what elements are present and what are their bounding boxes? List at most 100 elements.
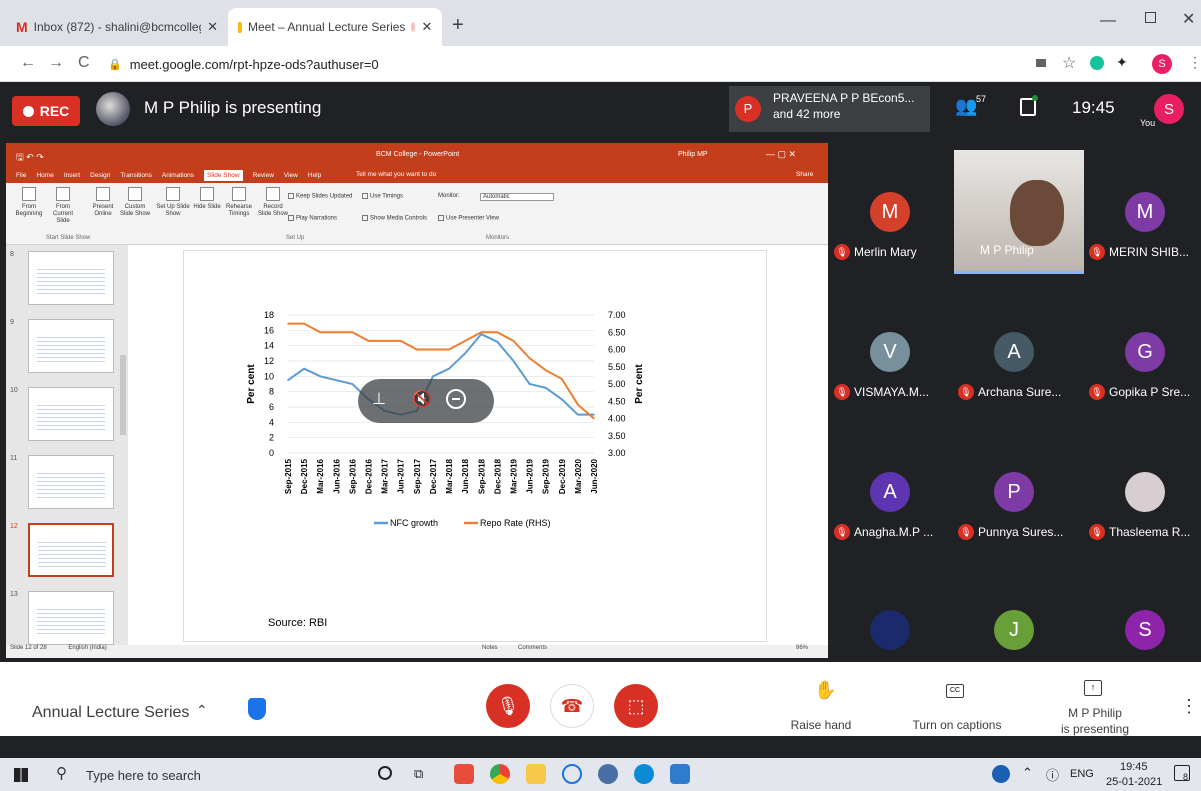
ppt-menu-item[interactable]: Design <box>90 172 110 179</box>
chevron-up-icon[interactable]: ⌃ <box>196 702 208 719</box>
image-app-icon[interactable] <box>670 764 690 784</box>
slide-thumbnail[interactable] <box>28 591 114 645</box>
participant-tile[interactable]: V 🎙 VISMAYA.M... <box>830 290 953 420</box>
thumb-scrollbar[interactable] <box>120 355 126 435</box>
ribbon-button[interactable]: Rehearse Timings <box>222 187 256 218</box>
monitor-select[interactable]: Automatic <box>480 193 554 201</box>
ppt-menu-item[interactable]: Slide Show <box>204 169 243 181</box>
more-options-icon[interactable]: ⋮ <box>1180 696 1198 717</box>
meeting-title[interactable]: Annual Lecture Series <box>32 704 189 722</box>
grammarly-icon[interactable] <box>1090 56 1104 70</box>
participant-tile[interactable]: M P Philip <box>954 150 1084 274</box>
forward-icon[interactable]: → <box>48 54 64 72</box>
ppt-window-controls[interactable]: — ▢ ✕ <box>766 149 796 160</box>
ppt-menu-item[interactable]: Animations <box>162 172 194 179</box>
ribbon-button[interactable]: Hide Slide <box>190 187 224 211</box>
tab-close-icon[interactable]: ✕ <box>207 19 218 35</box>
slide-thumbnail[interactable] <box>28 455 114 509</box>
ribbon-button[interactable]: Set Up Slide Show <box>156 187 190 218</box>
leave-call-button[interactable]: ☎ <box>550 684 594 728</box>
search-icon[interactable]: ⚲ <box>56 764 67 782</box>
recording-badge[interactable]: REC <box>12 96 80 126</box>
ribbon-button[interactable]: Present Online <box>86 187 120 218</box>
ppt-menu-item[interactable]: File <box>16 172 26 179</box>
captions-label[interactable]: Turn on captions <box>902 718 1012 732</box>
participant-tile[interactable]: A 🎙 Archana Sure... <box>954 290 1077 420</box>
extensions-icon[interactable]: ✦ <box>1116 54 1128 71</box>
camera-off-button[interactable]: ⬚ <box>614 684 658 728</box>
ribbon-button[interactable]: Custom Slide Show <box>118 187 152 218</box>
ppt-menu-item[interactable]: Review <box>253 172 274 179</box>
present-icon[interactable]: ↑ <box>1084 680 1102 696</box>
media-app-icon[interactable] <box>562 764 582 784</box>
reload-icon[interactable]: C <box>78 54 90 72</box>
ribbon-checkbox[interactable]: Play Narrations <box>288 215 337 222</box>
taskbar-search[interactable]: Type here to search <box>86 768 201 783</box>
ribbon-checkbox[interactable]: Use Timings <box>362 193 403 200</box>
raise-hand-label[interactable]: Raise hand <box>786 718 856 732</box>
participant-tile[interactable]: 🎙 Thasleema R... <box>1085 430 1201 560</box>
presenting-label-1[interactable]: M P Philip <box>1050 706 1140 720</box>
taskbar-date[interactable]: 25-01-2021 <box>1106 776 1162 788</box>
network-icon[interactable]: ⓘ <box>1046 765 1059 784</box>
restore-button[interactable] <box>1145 12 1156 23</box>
bookmark-star-icon[interactable]: ☆ <box>1062 53 1076 73</box>
url-field[interactable]: 🔒 meet.google.com/rpt-hpze-ods?authuser=… <box>108 51 1008 77</box>
taskbar-lang[interactable]: ENG <box>1070 768 1094 780</box>
ppt-tell-me[interactable]: Tell me what you want to do <box>356 171 436 178</box>
ppt-menu-item[interactable]: Insert <box>64 172 80 179</box>
windows-start-icon[interactable] <box>14 768 28 782</box>
mute-icon[interactable]: 🔇 <box>412 389 432 409</box>
tab-inbox[interactable]: M Inbox (872) - shalini@bcmcollege ✕ <box>6 8 228 46</box>
status-zoom[interactable]: 86% <box>796 645 808 651</box>
ribbon-checkbox[interactable]: Keep Slides Updated <box>288 193 352 200</box>
participant-tile[interactable]: G 🎙 Gopika P Sre... <box>1085 290 1201 420</box>
participant-tile[interactable]: A 🎙 Anagha.M.P ... <box>830 430 953 560</box>
back-icon[interactable]: ← <box>20 54 36 72</box>
ribbon-button[interactable]: From Beginning <box>12 187 46 218</box>
status-comments[interactable]: Comments <box>518 645 547 651</box>
new-tab-button[interactable]: + <box>452 14 464 37</box>
browser-menu-icon[interactable]: ⋮ <box>1188 54 1201 71</box>
slide-thumbnail[interactable] <box>28 319 114 373</box>
tab-meet[interactable]: Meet – Annual Lecture Series ✕ <box>228 8 442 46</box>
help-icon[interactable] <box>992 765 1010 783</box>
photos-app-icon[interactable] <box>454 764 474 784</box>
tray-chevron-icon[interactable]: ⌃ <box>1022 765 1033 781</box>
ribbon-checkbox[interactable]: Use Presenter View <box>438 215 499 222</box>
ppt-share[interactable]: Share <box>796 171 813 178</box>
ppt-menu-item[interactable]: Help <box>308 172 321 179</box>
participant-tile[interactable]: M 🎙 MERIN SHIB... <box>1085 150 1201 280</box>
chrome-app-icon[interactable] <box>490 764 510 784</box>
edge-app-icon[interactable] <box>634 764 654 784</box>
close-window-button[interactable]: ✕ <box>1182 9 1195 29</box>
ribbon-button[interactable]: Record Slide Show <box>256 187 290 218</box>
ppt-menu-item[interactable]: View <box>284 172 298 179</box>
taskbar-time[interactable]: 19:45 <box>1120 761 1148 773</box>
join-notification[interactable]: P PRAVEENA P P BEcon5... and 42 more <box>729 86 930 132</box>
pin-icon[interactable]: ⊥ <box>372 389 386 409</box>
file-explorer-icon[interactable] <box>526 764 546 784</box>
participant-tile[interactable]: P 🎙 Punnya Sures... <box>954 430 1077 560</box>
participant-tile[interactable]: M 🎙 Merlin Mary <box>830 150 953 280</box>
people-icon[interactable]: 👥 <box>955 96 977 117</box>
profile-avatar[interactable]: S <box>1152 54 1172 74</box>
ppt-menu-item[interactable]: Home <box>36 172 53 179</box>
mic-off-button[interactable]: 🎙 <box>486 684 530 728</box>
presenting-label-2[interactable]: is presenting <box>1050 722 1140 736</box>
slide-thumbnail[interactable] <box>28 251 114 305</box>
minimize-button[interactable]: — <box>1100 12 1116 30</box>
raise-hand-icon[interactable]: ✋ <box>814 680 836 701</box>
slide-thumbnail[interactable] <box>28 523 114 577</box>
browser-app-icon[interactable] <box>598 764 618 784</box>
status-notes[interactable]: Notes <box>482 645 498 651</box>
slide-thumbnail[interactable] <box>28 387 114 441</box>
tab-close-icon[interactable]: ✕ <box>421 19 432 35</box>
captions-icon[interactable]: CC <box>946 684 964 698</box>
ribbon-checkbox[interactable]: Show Media Controls <box>362 215 427 222</box>
task-view-icon[interactable]: ⧉ <box>414 766 423 782</box>
ppt-menu-item[interactable]: Transitions <box>120 172 152 179</box>
ribbon-button[interactable]: From Current Slide <box>46 187 80 225</box>
cortana-icon[interactable] <box>378 766 392 780</box>
camera-icon[interactable] <box>1036 59 1046 67</box>
